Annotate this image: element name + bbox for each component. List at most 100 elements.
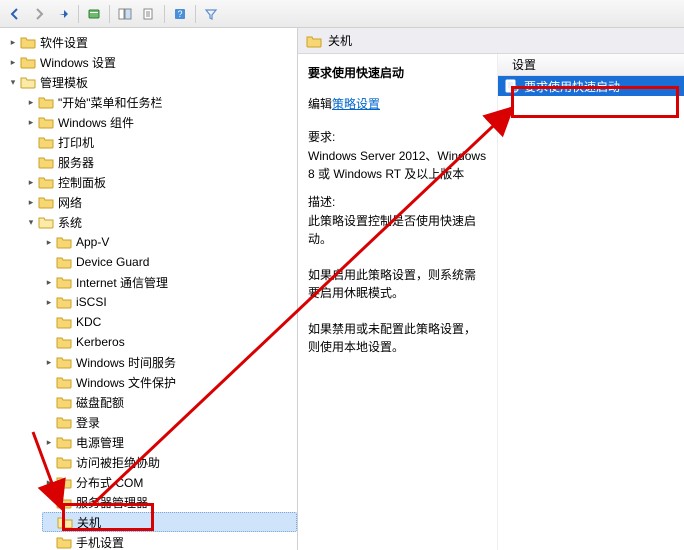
tree-item-label: 服务器 [58,154,94,171]
description-label: 描述: [308,193,487,210]
folder-icon [56,535,72,549]
tree-item[interactable]: 服务器管理器 [42,492,297,512]
help-button[interactable]: ? [169,3,191,25]
tree-item[interactable]: ▸Windows 设置 [6,52,297,72]
expand-icon[interactable]: ▸ [6,35,20,49]
tree-item-label: Windows 文件保护 [76,374,176,391]
tree-item[interactable]: 访问被拒绝协助 [42,452,297,472]
policy-list[interactable]: 要求使用快速启动 [498,76,684,550]
requirements-label: 要求: [308,128,487,145]
forward-button[interactable] [28,3,50,25]
tree-item-label: iSCSI [76,295,107,309]
description-body: 此策略设置控制是否使用快速启动。如果启用此策略设置，则系统需要启用休眠模式。如果… [308,212,487,356]
tree-item[interactable]: ▸Internet 通信管理 [42,272,297,292]
tree-item[interactable]: ▸电源管理 [42,432,297,452]
up-button[interactable] [52,3,74,25]
folder-icon [56,495,72,509]
folder-icon [38,155,54,169]
tree-item[interactable]: ▸ App-V [42,232,297,252]
folder-icon [38,175,54,189]
tree-item[interactable]: 服务器 [24,152,297,172]
folder-icon [56,475,72,489]
tree-item[interactable]: ▸ iSCSI [42,292,297,312]
tree-item-label: Kerberos [76,335,125,349]
toolbar-separator [78,5,79,23]
svg-text:?: ? [177,9,182,19]
edit-policy-link[interactable]: 策略设置 [332,97,380,111]
tree-item[interactable]: ▸ 软件设置 [6,32,297,52]
folder-icon [56,295,72,309]
expand-icon[interactable]: ▸ [42,355,56,369]
expand-icon[interactable]: ▸ [42,435,56,449]
tree-item-label: 打印机 [58,134,94,151]
folder-icon [38,95,54,109]
tree-item-label: 系统 [58,214,82,231]
expand-icon[interactable]: ▸ [6,55,20,69]
expand-icon[interactable]: ▾ [24,215,38,229]
tree-item-label: Windows 组件 [58,114,134,131]
show-hide-tree-button[interactable] [114,3,136,25]
edit-policy-line: 编辑策略设置 [308,95,487,112]
tree-item-label: 软件设置 [40,34,88,51]
tree-item[interactable]: 磁盘配额 [42,392,297,412]
folder-icon [20,75,36,89]
tree-item[interactable]: ▸ Windows 组件 [24,112,297,132]
tree-item-label: 磁盘配额 [76,394,124,411]
expand-icon[interactable]: ▸ [24,175,38,189]
tree-item[interactable]: Windows 文件保护 [42,372,297,392]
tree-item[interactable]: ▸ Windows 时间服务 [42,352,297,372]
toolbar: ? [0,0,684,28]
folder-icon [38,135,54,149]
tree-item[interactable]: ▸控制面板 [24,172,297,192]
policy-list-pane: 设置 要求使用快速启动 [498,54,684,550]
back-button[interactable] [4,3,26,25]
expand-icon[interactable]: ▸ [42,475,56,489]
filter-button[interactable] [200,3,222,25]
folder-icon [56,255,72,269]
expand-icon[interactable]: ▸ [24,95,38,109]
requirements-body: Windows Server 2012、Windows 8 或 Windows … [308,147,487,183]
expand-icon[interactable]: ▸ [42,275,56,289]
tree-item[interactable]: ▾管理模板 [6,72,297,92]
folder-icon [56,415,72,429]
tree-item[interactable]: Device Guard [42,252,297,272]
tree-item[interactable]: ▸ 网络 [24,192,297,212]
tree-item-label: Windows 时间服务 [76,354,176,371]
tree-item[interactable]: 登录 [42,412,297,432]
folder-icon [38,215,54,229]
tree-item[interactable]: ▾ 系统 [24,212,297,232]
expand-icon[interactable]: ▾ [6,75,20,89]
tree-item-label: 网络 [58,194,82,211]
tree-item[interactable]: KDC [42,312,297,332]
folder-icon [20,35,36,49]
detail-pane: 关机 要求使用快速启动 编辑策略设置 要求: Windows Server 20… [298,28,684,550]
toolbar-separator [195,5,196,23]
expand-icon[interactable]: ▸ [42,295,56,309]
expand-icon[interactable]: ▸ [24,115,38,129]
tree-item-label: App-V [76,235,109,249]
policy-list-item[interactable]: 要求使用快速启动 [498,76,684,96]
policy-title: 要求使用快速启动 [308,64,487,81]
tree-item-label: 分布式 COM [76,474,143,491]
tree-item[interactable]: 手机设置 [42,532,297,550]
folder-icon [56,235,72,249]
expand-icon[interactable]: ▸ [24,195,38,209]
tree-pane[interactable]: ▸ 软件设置▸Windows 设置▾管理模板 ▸ "开始"菜单和任务栏 ▸ Windows… [0,28,298,550]
tree-item[interactable]: Kerberos [42,332,297,352]
folder-icon [56,275,72,289]
export-list-button[interactable] [138,3,160,25]
tree-item-label: "开始"菜单和任务栏 [58,94,163,111]
folder-icon [56,455,72,469]
expand-icon[interactable]: ▸ [42,235,56,249]
tree-item-label: 登录 [76,414,100,431]
tree-item-label: KDC [76,315,101,329]
policy-list-item-label: 要求使用快速启动 [524,78,620,95]
column-header-setting[interactable]: 设置 [498,54,684,76]
tree-item[interactable]: ▸ "开始"菜单和任务栏 [24,92,297,112]
app-icon-button[interactable] [83,3,105,25]
folder-icon [56,395,72,409]
pane-container: ▸ 软件设置▸Windows 设置▾管理模板 ▸ "开始"菜单和任务栏 ▸ Windows… [0,28,684,550]
tree-item[interactable]: 打印机 [24,132,297,152]
tree-item[interactable]: ▸ 分布式 COM [42,472,297,492]
tree-item[interactable]: 关机 [42,512,297,532]
